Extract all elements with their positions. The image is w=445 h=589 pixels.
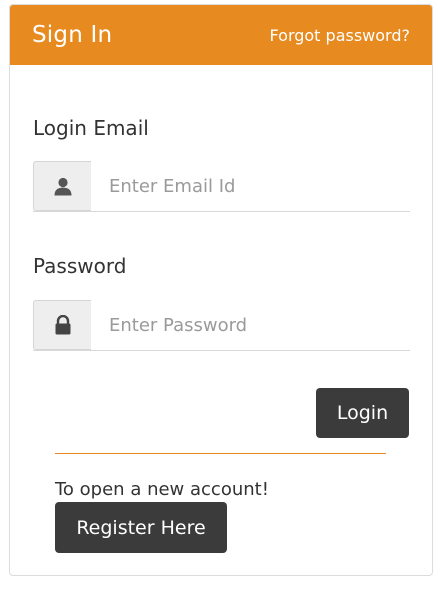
register-button[interactable]: Register Here (55, 502, 227, 553)
email-input[interactable] (91, 161, 410, 211)
password-label: Password (33, 254, 127, 278)
password-input-group (33, 300, 410, 351)
sign-in-panel: Sign In Forgot password? Login Email Pas… (9, 4, 433, 576)
email-label: Login Email (33, 116, 149, 140)
divider (55, 453, 386, 454)
panel-title: Sign In (32, 22, 113, 48)
email-input-group (33, 161, 410, 212)
login-button[interactable]: Login (316, 388, 409, 438)
lock-icon (33, 300, 91, 350)
user-icon (33, 161, 91, 211)
forgot-password-link[interactable]: Forgot password? (270, 26, 410, 45)
register-prompt: To open a new account! (55, 479, 269, 500)
panel-header: Sign In Forgot password? (10, 5, 432, 65)
password-input[interactable] (91, 300, 410, 350)
